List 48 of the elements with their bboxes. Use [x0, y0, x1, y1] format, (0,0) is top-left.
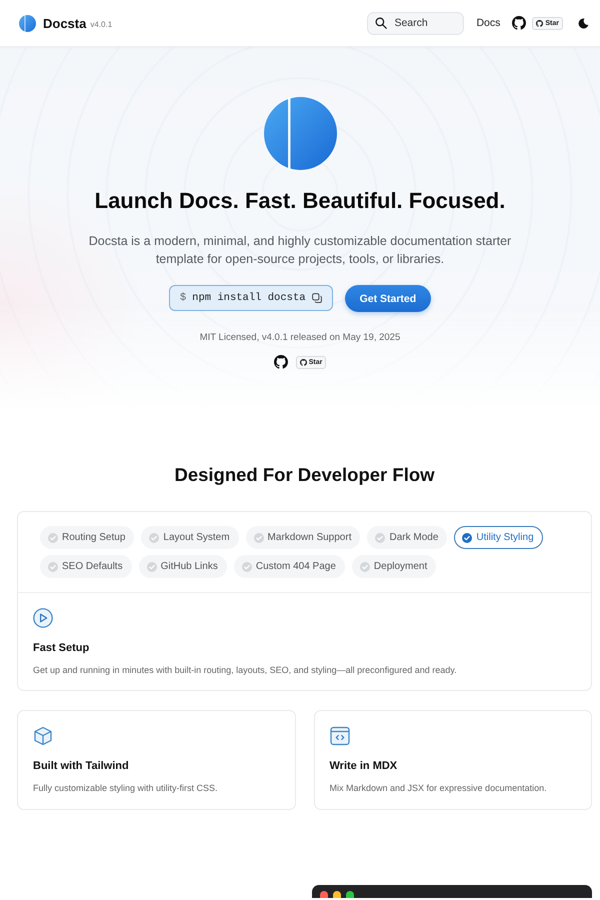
feature-tab[interactable]: Custom 404 Page	[234, 555, 345, 578]
check-icon	[48, 562, 58, 572]
check-icon	[375, 532, 386, 542]
feature-tab[interactable]: Markdown Support	[246, 526, 360, 549]
feature-title: Fast Setup	[33, 641, 90, 655]
moon-icon[interactable]	[578, 18, 589, 28]
card-description: Fully customizable styling with utility-first CSS.	[33, 782, 219, 795]
check-icon	[360, 562, 370, 572]
prompt-symbol: $	[180, 292, 186, 304]
feature-tab[interactable]: Layout System	[141, 526, 239, 549]
hero-description: Docsta is a modern, minimal, and highly customizable documentation starter template for open-source projects, tools, or libraries.	[88, 233, 512, 268]
feature-tab[interactable]: GitHub Links	[138, 555, 227, 578]
check-icon	[462, 532, 472, 542]
github-icon	[300, 358, 307, 366]
feature-tab[interactable]: Deployment	[352, 555, 436, 578]
search-field[interactable]: Search	[367, 12, 464, 34]
feature-tab[interactable]: Utility Styling	[454, 526, 543, 549]
release-note: MIT Licensed, v4.0.1 released on May 19, 2025	[200, 331, 400, 345]
brand-name[interactable]: Docsta	[43, 16, 86, 30]
code-window-icon	[330, 726, 350, 746]
check-icon	[242, 562, 252, 572]
feature-tab[interactable]: SEO Defaults	[40, 555, 132, 578]
card-description: Mix Markdown and JSX for expressive documentation.	[330, 782, 548, 795]
play-icon	[33, 608, 53, 628]
feature-tab[interactable]: Dark Mode	[367, 526, 448, 549]
check-icon	[149, 532, 160, 542]
card-title: Built with Tailwind	[33, 759, 130, 773]
check-icon	[146, 562, 157, 572]
feature-tab[interactable]: Routing Setup	[40, 526, 134, 549]
logo-icon	[19, 14, 36, 32]
copy-icon[interactable]	[312, 293, 322, 303]
hero-title: Launch Docs. Fast. Beautiful. Focused.	[94, 187, 506, 215]
docs-link[interactable]: Docs	[476, 17, 500, 29]
logo-icon	[264, 97, 336, 170]
section-heading: Designed For Developer Flow	[173, 463, 436, 487]
card-title: Write in MDX	[330, 759, 398, 773]
github-icon	[536, 20, 544, 26]
cube-icon	[33, 726, 53, 746]
github-icon[interactable]	[512, 16, 526, 30]
install-command[interactable]: $ npm install docsta	[168, 285, 333, 311]
get-started-button[interactable]: Get Started	[344, 285, 432, 312]
search-icon	[375, 17, 388, 29]
check-icon	[48, 532, 58, 542]
install-command-text: npm install docsta	[192, 292, 306, 304]
feature-description: Get up and running in minutes with built-in routing, layouts, SEO, and styling—all preconfigured and ready.	[33, 664, 458, 677]
version-label: v4.0.1	[90, 20, 112, 29]
check-icon	[254, 532, 264, 542]
github-icon[interactable]	[274, 355, 288, 369]
